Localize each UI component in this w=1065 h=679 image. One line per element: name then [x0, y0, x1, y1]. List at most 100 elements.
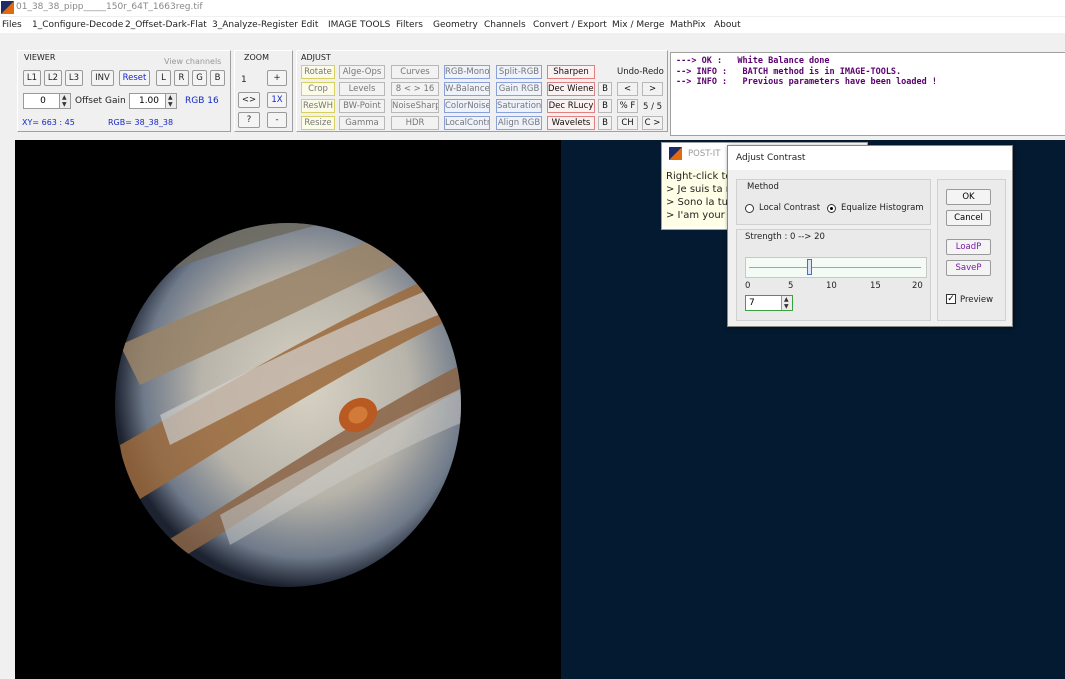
wavelets-b-button[interactable]: B [598, 116, 612, 130]
rlucy-b-button[interactable]: B [598, 99, 612, 113]
app-icon [669, 147, 682, 160]
rotate-button[interactable]: Rotate [301, 65, 335, 79]
dialog-titlebar[interactable]: Adjust Contrast [728, 146, 1012, 170]
cancel-button[interactable]: Cancel [946, 210, 991, 226]
local-contrast-radio[interactable] [745, 204, 754, 213]
reset-button[interactable]: Reset [119, 70, 150, 86]
load-params-button[interactable]: LoadP [946, 239, 991, 255]
save-params-button[interactable]: SaveP [946, 260, 991, 276]
method-group: Method Local Contrast Equalize Histogram [736, 179, 931, 225]
menu-files[interactable]: Files [2, 20, 22, 30]
post-it-line: > Sono la tua [666, 197, 735, 208]
jupiter-image [115, 223, 461, 587]
curves-button[interactable]: Curves [391, 65, 439, 79]
align-rgb-button[interactable]: Align RGB [496, 116, 542, 130]
bit-depth-button[interactable]: 8 < > 16 [391, 82, 439, 96]
ok-button[interactable]: OK [946, 189, 991, 205]
adjust-contrast-dialog: Adjust Contrast Method Local Contrast Eq… [727, 145, 1013, 327]
l2-button[interactable]: L2 [44, 70, 62, 86]
crop-button[interactable]: Crop [301, 82, 335, 96]
menu-filters[interactable]: Filters [396, 20, 423, 30]
menu-mix-merge[interactable]: Mix / Merge [612, 20, 664, 30]
action-group: OK Cancel LoadP SaveP ✓ Preview [937, 179, 1006, 321]
help-button[interactable]: ? [238, 112, 260, 128]
rgb-readout: RGB= 38_38_38 [108, 118, 174, 127]
adjust-panel: ADJUST Undo-Redo Rotate Alge-Ops Curves … [296, 50, 668, 132]
l3-button[interactable]: L3 [65, 70, 83, 86]
local-contrast-button[interactable]: LocalContr [444, 116, 490, 130]
title-bar: 01_38_38_pipp_____150r_64T_1663reg.tif [0, 0, 1065, 16]
menu-channels[interactable]: Channels [484, 20, 526, 30]
saturation-button[interactable]: Saturation [496, 99, 542, 113]
menu-analyze-register[interactable]: 3_Analyze-Register [212, 20, 298, 30]
message-line: ---> OK : White Balance done [676, 56, 830, 66]
tick-label: 20 [912, 281, 923, 291]
gain-label: Gain [105, 96, 126, 106]
local-contrast-label[interactable]: Local Contrast [759, 203, 820, 213]
menu-configure-decode[interactable]: 1_Configure-Decode [32, 20, 123, 30]
slider-thumb[interactable] [807, 259, 813, 275]
noise-sharp-button[interactable]: NoiseSharp [391, 99, 439, 113]
channel-g-button[interactable]: G [192, 70, 207, 86]
gain-rgb-button[interactable]: Gain RGB [496, 82, 542, 96]
zoom-in-button[interactable]: + [267, 70, 287, 86]
gain-arrows[interactable]: ▲ ▼ [165, 94, 176, 108]
levels-button[interactable]: Levels [339, 82, 385, 96]
tick-label: 10 [826, 281, 837, 291]
dec-rlucy-button[interactable]: Dec RLucy [547, 99, 595, 113]
menu-about[interactable]: About [714, 20, 741, 30]
strength-slider[interactable] [745, 257, 927, 278]
wiener-b-button[interactable]: B [598, 82, 612, 96]
redo-button[interactable]: > [642, 82, 663, 96]
menu-edit[interactable]: Edit [301, 20, 318, 30]
method-label: Method [747, 182, 779, 192]
resize-button[interactable]: Resize [301, 116, 335, 130]
dec-wiener-button[interactable]: Dec Wiener [547, 82, 595, 96]
gamma-button[interactable]: Gamma [339, 116, 385, 130]
strength-input[interactable]: 7 ▲ ▼ [745, 295, 793, 311]
message-line: --> INFO : Previous parameters have been… [676, 77, 937, 87]
equalize-histogram-radio[interactable] [827, 204, 836, 213]
l1-button[interactable]: L1 [23, 70, 41, 86]
equalize-histogram-label[interactable]: Equalize Histogram [841, 203, 924, 213]
hdr-button[interactable]: HDR [391, 116, 439, 130]
strength-arrows[interactable]: ▲ ▼ [781, 296, 792, 310]
zoom-level: 1 [241, 75, 247, 85]
zoom-fit-button[interactable]: <> [238, 92, 260, 108]
channel-r-button[interactable]: R [174, 70, 189, 86]
alge-ops-button[interactable]: Alge-Ops [339, 65, 385, 79]
gain-stepper[interactable]: 1.00 ▲ ▼ [129, 93, 177, 109]
wavelets-button[interactable]: Wavelets [547, 116, 595, 130]
channel-button[interactable]: CH [617, 116, 638, 130]
offset-arrows[interactable]: ▲ ▼ [59, 94, 70, 108]
zoom-out-button[interactable]: - [267, 112, 287, 128]
dialog-title: Adjust Contrast [736, 153, 806, 163]
channel-l-button[interactable]: L [156, 70, 171, 86]
invert-button[interactable]: INV [91, 70, 114, 86]
split-rgb-button[interactable]: Split-RGB [496, 65, 542, 79]
history-counter: 5 / 5 [643, 102, 663, 112]
res-wh-button[interactable]: ResWH [301, 99, 335, 113]
preview-label[interactable]: Preview [960, 295, 993, 305]
menu-offset-dark-flat[interactable]: 2_Offset-Dark-Flat [125, 20, 207, 30]
window-title: 01_38_38_pipp_____150r_64T_1663reg.tif [16, 2, 203, 12]
preview-checkbox[interactable]: ✓ [946, 294, 956, 304]
menu-geometry[interactable]: Geometry [433, 20, 478, 30]
percent-f-button[interactable]: % F [617, 99, 638, 113]
message-line: --> INFO : BATCH method is in IMAGE-TOOL… [676, 67, 902, 77]
rgb-mono-button[interactable]: RGB-Mono [444, 65, 490, 79]
menu-convert-export[interactable]: Convert / Export [533, 20, 607, 30]
offset-stepper[interactable]: 0 ▲ ▼ [23, 93, 71, 109]
zoom-1x-button[interactable]: 1X [267, 92, 287, 108]
undo-button[interactable]: < [617, 82, 638, 96]
zoom-panel: ZOOM 1 + <> 1X ? - [234, 50, 293, 132]
menu-image-tools[interactable]: IMAGE TOOLS [328, 20, 390, 30]
color-noise-button[interactable]: ColorNoise [444, 99, 490, 113]
channel-b-button[interactable]: B [210, 70, 225, 86]
white-balance-button[interactable]: W-Balance [444, 82, 490, 96]
menu-mathpix[interactable]: MathPix [670, 20, 706, 30]
view-channels-label: View channels [164, 57, 222, 66]
sharpen-button[interactable]: Sharpen [547, 65, 595, 79]
bw-point-button[interactable]: BW-Point [339, 99, 385, 113]
copy-next-button[interactable]: C > [642, 116, 663, 130]
